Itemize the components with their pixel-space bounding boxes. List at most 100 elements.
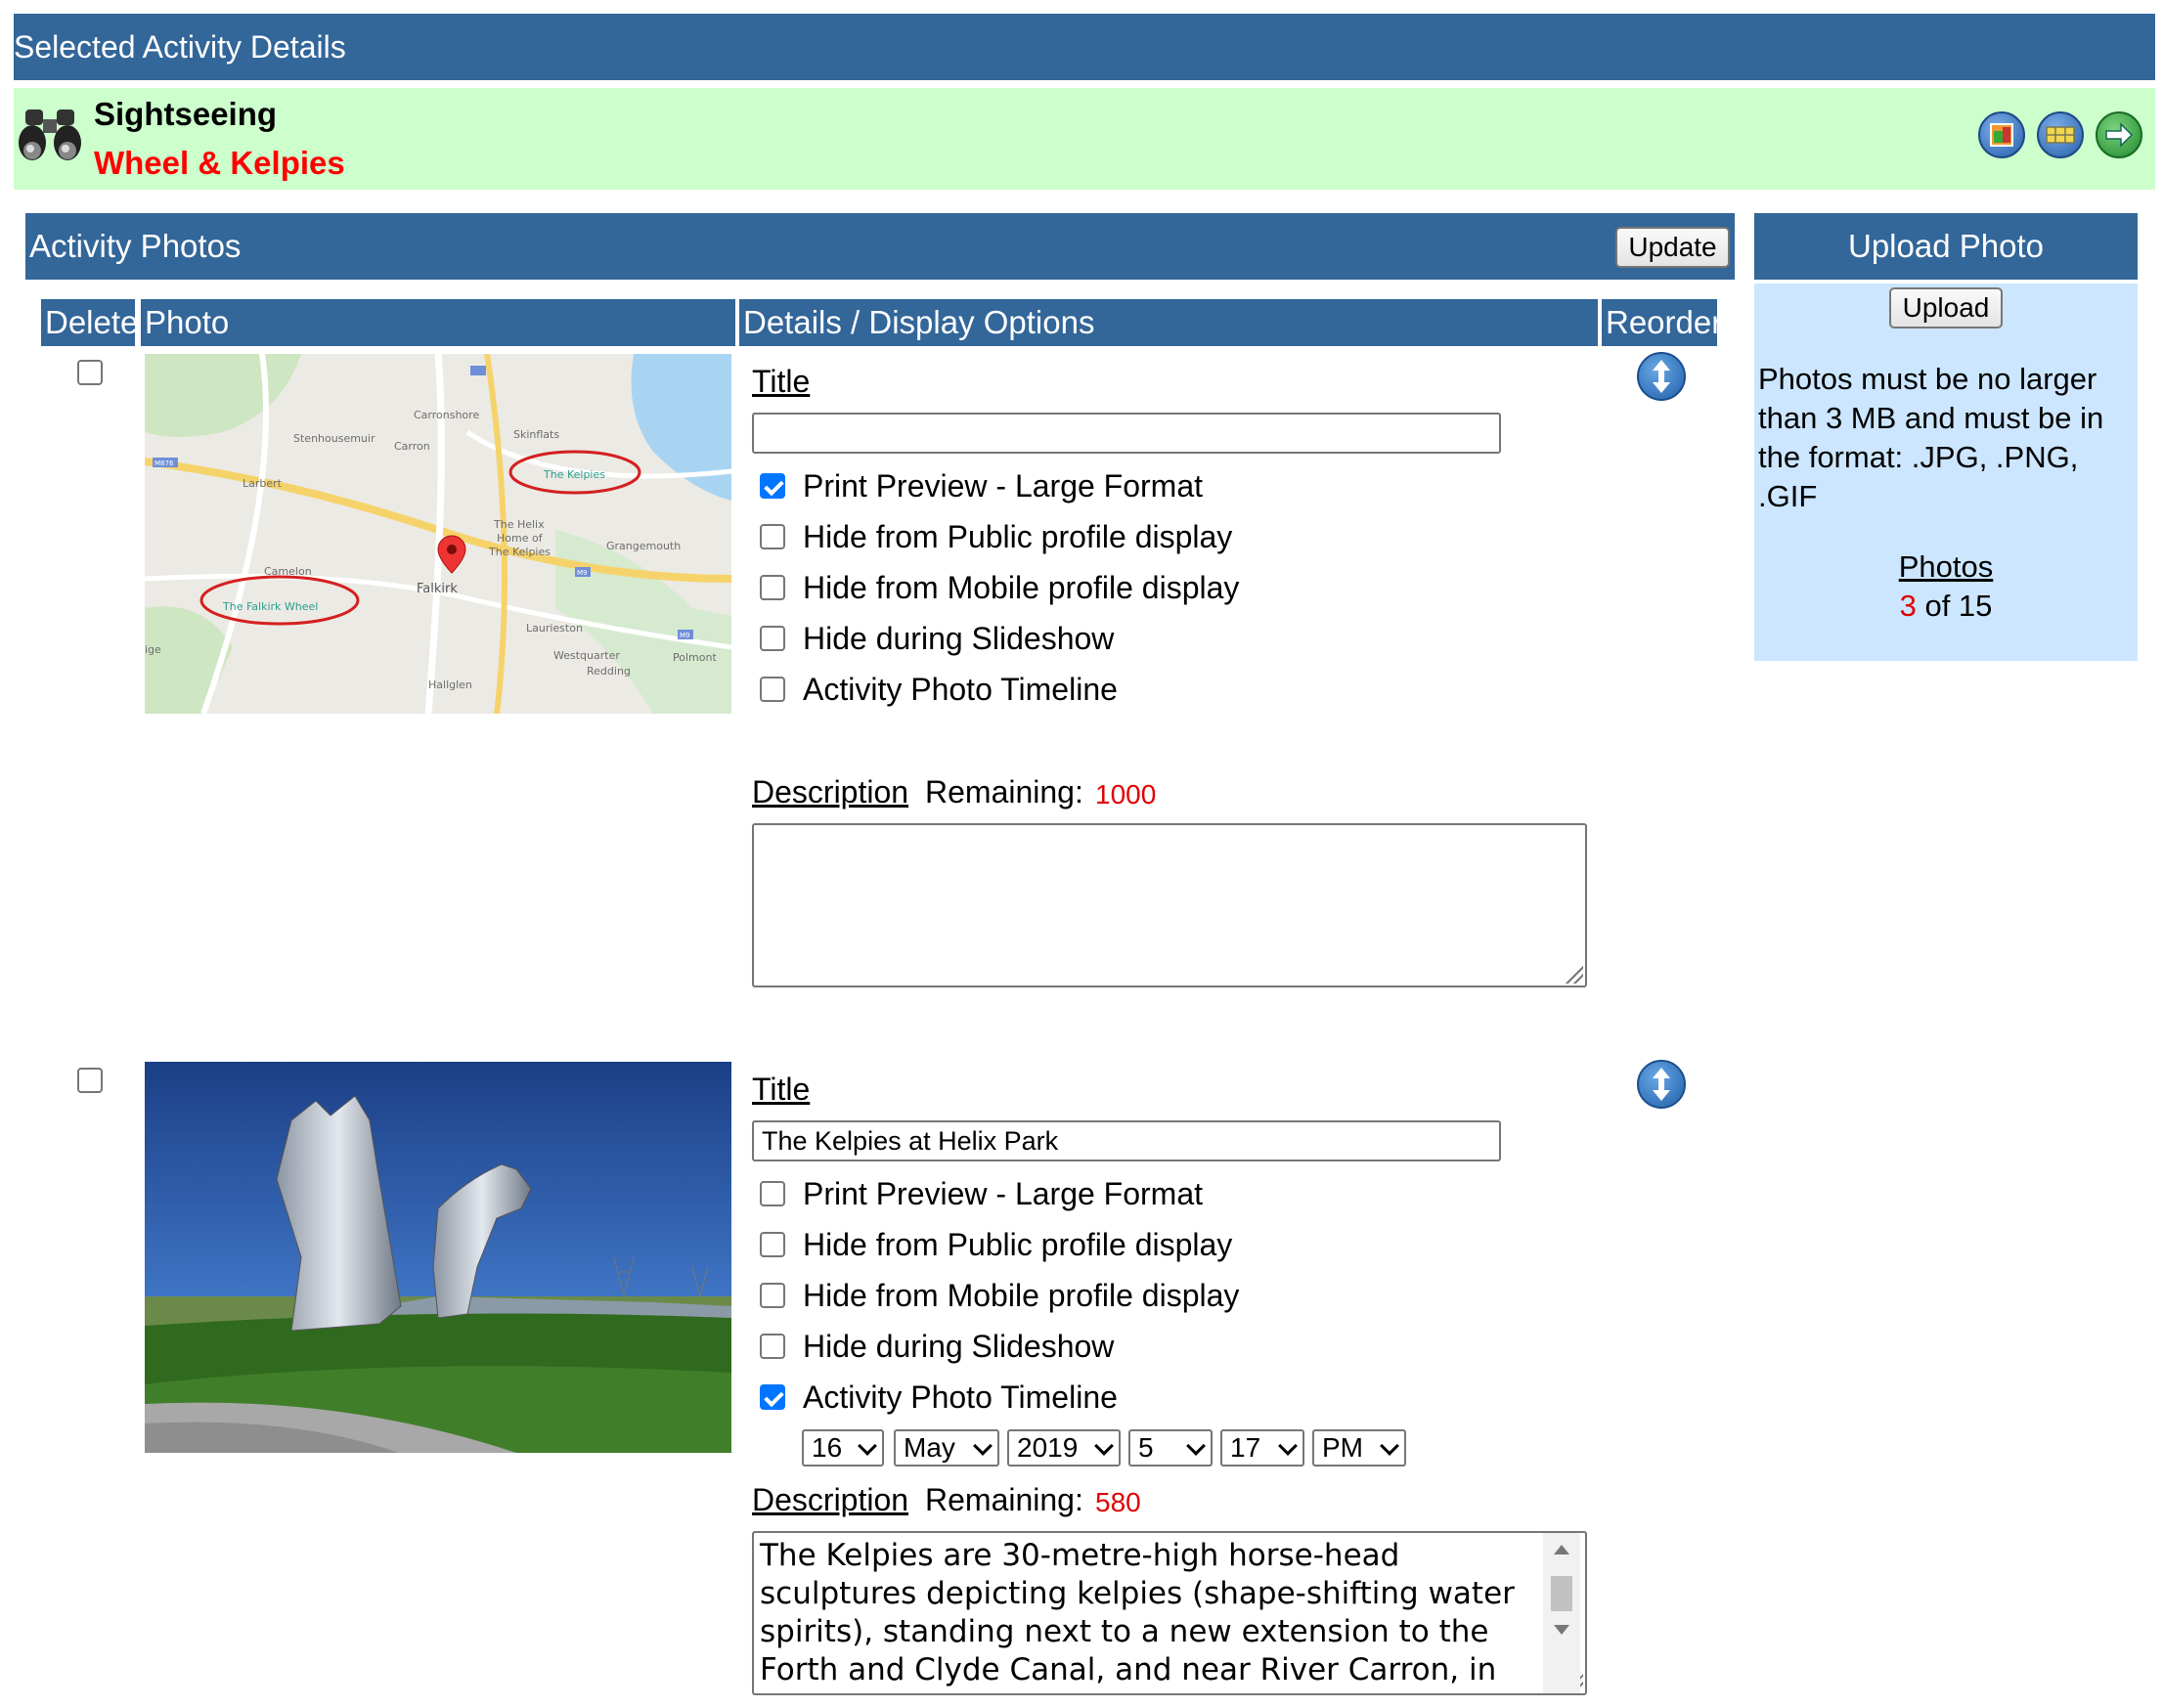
- year-select[interactable]: 2019: [1007, 1429, 1121, 1467]
- calendar-button[interactable]: [2037, 111, 2084, 158]
- remaining-label: Remaining:: [925, 774, 1083, 810]
- hide-mobile-label: Hide from Mobile profile display: [803, 570, 1240, 605]
- scroll-up-arrow-icon[interactable]: [1554, 1545, 1569, 1555]
- chevron-down-icon: [973, 1436, 993, 1456]
- map-road-label: M876: [154, 460, 174, 467]
- ampm-value: PM: [1322, 1432, 1363, 1463]
- chevron-down-icon: [1094, 1436, 1114, 1456]
- hide-slideshow-label: Hide during Slideshow: [803, 621, 1115, 656]
- map-road-label: M9: [577, 569, 588, 577]
- remaining-count: 1000: [1095, 779, 1157, 810]
- description-textarea[interactable]: The Kelpies are 30-metre-high horse-head…: [752, 1531, 1587, 1695]
- gallery-icon: [1990, 123, 2013, 147]
- timeline-checkbox[interactable]: [760, 677, 785, 702]
- title-input[interactable]: [752, 1120, 1501, 1161]
- photos-link[interactable]: Photos: [1754, 549, 2138, 585]
- map-label: The Kelpies: [543, 468, 605, 481]
- day-value: 16: [812, 1432, 843, 1463]
- map-label: Laurieston: [526, 622, 583, 635]
- upload-note: Photos must be no larger than 3 MB and m…: [1758, 362, 2104, 513]
- hide-slideshow-label: Hide during Slideshow: [803, 1329, 1115, 1364]
- timeline-checkbox[interactable]: [760, 1384, 785, 1410]
- binoculars-icon: [19, 109, 81, 160]
- hide-slideshow-checkbox[interactable]: [760, 1334, 785, 1359]
- up-down-arrow-icon: [1653, 1068, 1670, 1101]
- map-photo: Carronshore Stenhousemuir Carron Skinfla…: [145, 354, 731, 714]
- day-select[interactable]: 16: [802, 1429, 884, 1467]
- print-preview-label: Print Preview - Large Format: [803, 1176, 1204, 1211]
- calendar-icon: [2046, 126, 2075, 144]
- reorder-button[interactable]: [1637, 1060, 1686, 1109]
- map-label: The Kelpies: [488, 546, 551, 558]
- map-label: Hallglen: [428, 679, 472, 691]
- map-label: Falkirk: [417, 582, 458, 596]
- update-button[interactable]: Update: [1615, 227, 1730, 268]
- kelpies-photo: [145, 1062, 731, 1453]
- description-label: Description: [752, 1482, 909, 1517]
- hour-select[interactable]: 5: [1128, 1429, 1213, 1467]
- scroll-thumb[interactable]: [1551, 1576, 1572, 1611]
- map-label: Westquarter: [553, 649, 620, 662]
- map-label: Home of: [497, 532, 544, 545]
- print-preview-checkbox[interactable]: [760, 473, 785, 499]
- month-select[interactable]: May: [894, 1429, 999, 1467]
- remaining-count: 580: [1095, 1487, 1141, 1517]
- delete-checkbox[interactable]: [77, 360, 103, 385]
- activity-type: Sightseeing: [94, 96, 278, 132]
- map-road-label: M9: [680, 632, 690, 639]
- resize-handle[interactable]: [1564, 964, 1583, 984]
- print-preview-checkbox[interactable]: [760, 1181, 785, 1206]
- delete-checkbox[interactable]: [77, 1068, 103, 1093]
- remaining-label: Remaining:: [925, 1482, 1083, 1517]
- scrollbar-graphic: [1551, 1545, 1572, 1635]
- map-label: Larbert: [243, 477, 283, 490]
- upload-panel-title: Upload Photo: [1754, 213, 2138, 280]
- hide-mobile-label: Hide from Mobile profile display: [803, 1278, 1240, 1313]
- map-label: Redding: [587, 665, 631, 678]
- title-label: Title: [752, 364, 811, 399]
- timeline-label: Activity Photo Timeline: [803, 672, 1118, 707]
- upload-button[interactable]: Upload: [1889, 287, 2003, 328]
- column-header-reorder: Reorder: [1602, 299, 1717, 346]
- description-text: The Kelpies are 30-metre-high horse-head…: [760, 1538, 1515, 1693]
- map-label: The Helix: [493, 518, 545, 531]
- scroll-down-arrow-icon[interactable]: [1554, 1625, 1569, 1635]
- photo-count-current: 3: [1899, 589, 1917, 623]
- chevron-down-icon: [1380, 1436, 1399, 1456]
- map-label: ige: [145, 643, 161, 656]
- gallery-button[interactable]: [1978, 111, 2025, 158]
- map-label: Polmont: [673, 651, 717, 664]
- hide-public-checkbox[interactable]: [760, 524, 785, 549]
- map-label: Skinflats: [513, 428, 559, 441]
- hide-slideshow-checkbox[interactable]: [760, 626, 785, 651]
- hide-public-checkbox[interactable]: [760, 1232, 785, 1257]
- year-value: 2019: [1017, 1432, 1079, 1463]
- map-label: Grangemouth: [606, 540, 681, 552]
- up-down-arrow-icon: [1653, 360, 1670, 393]
- description-textarea[interactable]: [752, 823, 1587, 987]
- map-label: Carron: [394, 440, 430, 453]
- title-input[interactable]: [752, 413, 1501, 454]
- photo-count: 3 of 15: [1754, 589, 2138, 624]
- activity-name: Wheel & Kelpies: [94, 145, 345, 181]
- hide-public-label: Hide from Public profile display: [803, 519, 1233, 554]
- map-label: Stenhousemuir: [293, 432, 375, 445]
- hide-mobile-checkbox[interactable]: [760, 1283, 785, 1308]
- map-label: Camelon: [264, 565, 312, 578]
- chevron-down-icon: [858, 1436, 877, 1456]
- print-preview-label: Print Preview - Large Format: [803, 468, 1204, 504]
- month-value: May: [904, 1432, 955, 1463]
- chevron-down-icon: [1186, 1436, 1206, 1456]
- ampm-select[interactable]: PM: [1312, 1429, 1406, 1467]
- next-button[interactable]: [2096, 111, 2142, 158]
- hide-mobile-checkbox[interactable]: [760, 575, 785, 600]
- photos-panel-header: Activity Photos: [25, 213, 1735, 280]
- description-scrollbar[interactable]: [1543, 1533, 1580, 1693]
- section-header: Selected Activity Details: [14, 14, 2155, 80]
- minute-select[interactable]: 17: [1220, 1429, 1304, 1467]
- reorder-button[interactable]: [1637, 352, 1686, 401]
- description-label: Description: [752, 774, 909, 810]
- photo-count-total: of 15: [1916, 589, 1993, 623]
- section-title: Selected Activity Details: [14, 29, 346, 65]
- timeline-label: Activity Photo Timeline: [803, 1380, 1118, 1415]
